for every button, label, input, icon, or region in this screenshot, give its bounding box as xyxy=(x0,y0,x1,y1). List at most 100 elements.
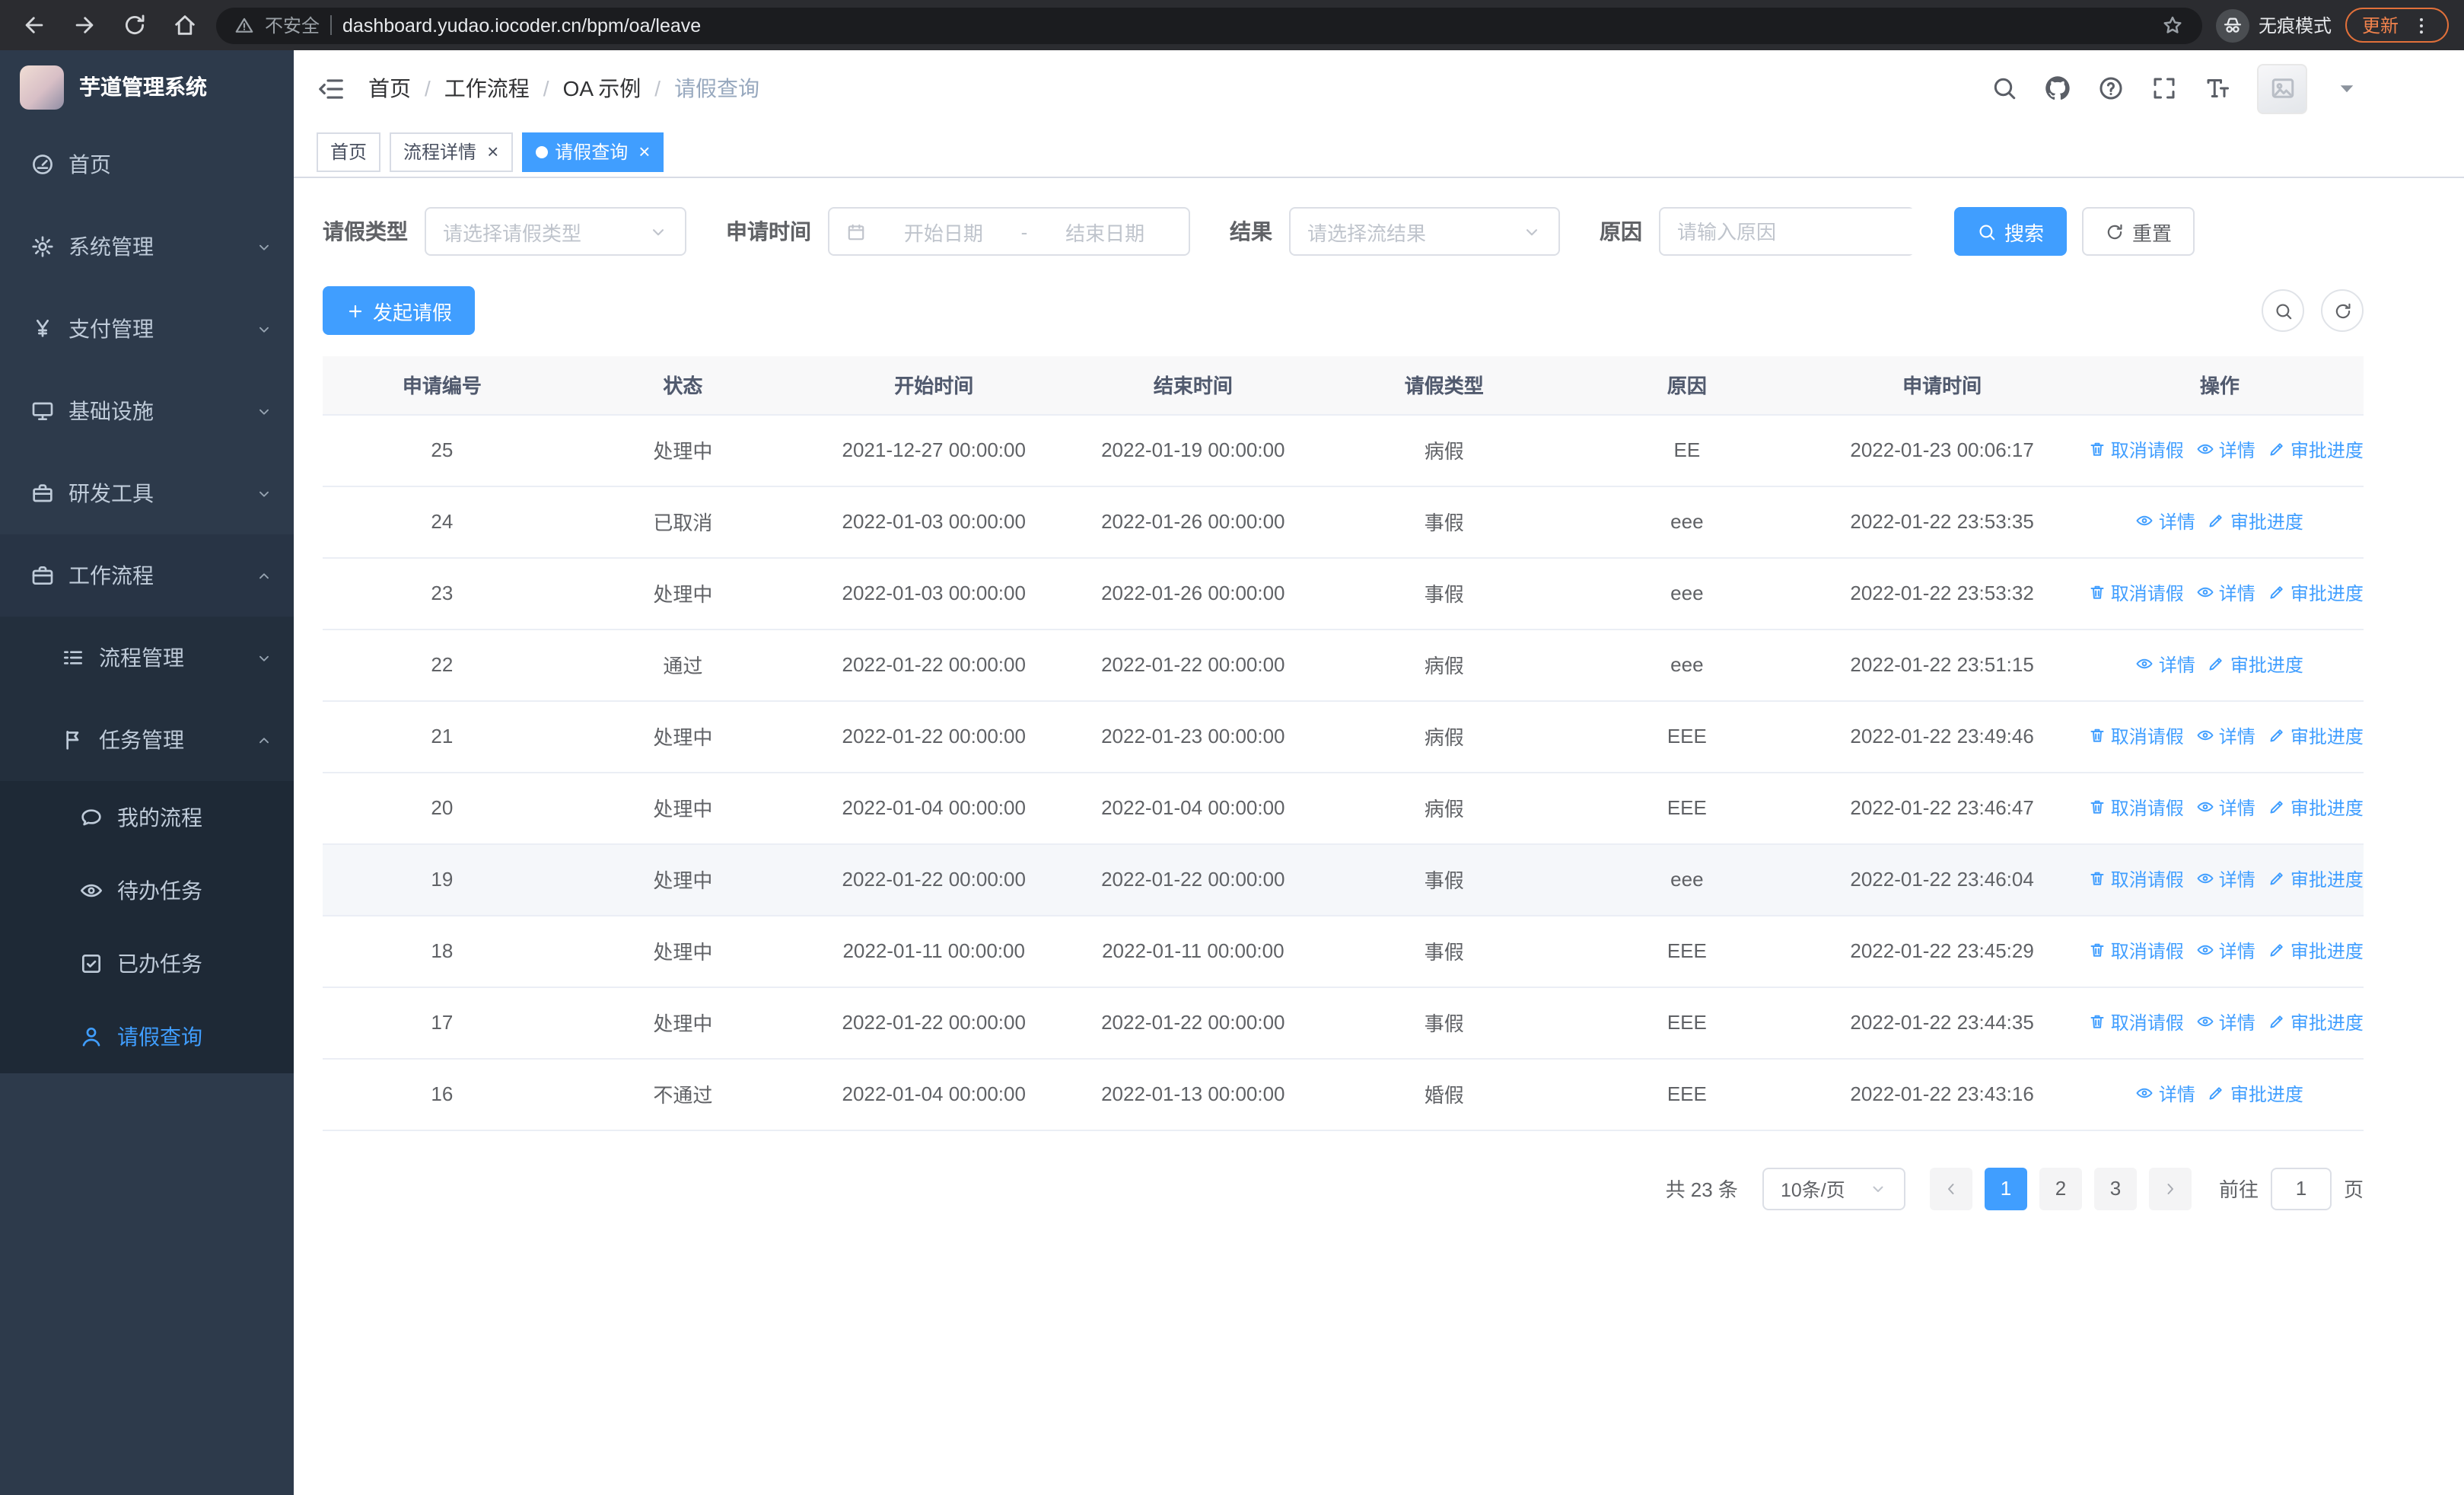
progress-link[interactable]: 审批进度 xyxy=(2268,938,2364,964)
sidebar-item-my-process[interactable]: 我的流程 xyxy=(0,781,294,854)
apply-date-range[interactable]: 开始日期 - 结束日期 xyxy=(828,207,1190,256)
detail-link[interactable]: 详情 xyxy=(2136,652,2195,677)
browser-update-button[interactable]: 更新 xyxy=(2345,8,2449,43)
sidebar-item-system[interactable]: 系统管理 xyxy=(0,206,294,288)
edit-icon xyxy=(2268,727,2286,745)
browser-forward-button[interactable] xyxy=(65,7,102,43)
goto-page-input[interactable] xyxy=(2270,1167,2332,1210)
detail-link[interactable]: 详情 xyxy=(2196,437,2255,463)
cell-applied: 2022-01-22 23:43:16 xyxy=(1808,1058,2076,1130)
browser-back-button[interactable] xyxy=(15,7,52,43)
cancel-link[interactable]: 取消请假 xyxy=(2088,938,2184,964)
apply-time-label: 申请时间 xyxy=(726,219,811,244)
search-button[interactable]: 搜索 xyxy=(1954,207,2068,256)
github-icon[interactable] xyxy=(2044,75,2071,102)
sidebar-item-label: 任务管理 xyxy=(99,728,184,752)
progress-link[interactable]: 审批进度 xyxy=(2208,1081,2303,1107)
progress-link[interactable]: 审批进度 xyxy=(2268,437,2364,463)
breadcrumb-item-workflow[interactable]: 工作流程 xyxy=(444,73,530,104)
tab-close-icon[interactable]: × xyxy=(638,142,650,161)
incognito-glyph xyxy=(2222,14,2243,36)
detail-link[interactable]: 详情 xyxy=(2196,723,2255,749)
breadcrumb-item-leave-query: 请假查询 xyxy=(674,76,760,100)
app-logo[interactable]: 芋道管理系统 xyxy=(0,50,294,123)
sidebar-item-home[interactable]: 首页 xyxy=(0,123,294,206)
page-size-select[interactable]: 10条/页 xyxy=(1762,1167,1905,1210)
progress-link[interactable]: 审批进度 xyxy=(2268,580,2364,606)
progress-link[interactable]: 审批进度 xyxy=(2268,866,2364,892)
sidebar-item-process-management[interactable]: 流程管理 xyxy=(0,617,294,699)
sidebar-item-task-management[interactable]: 任务管理 xyxy=(0,699,294,781)
browser-reload-button[interactable] xyxy=(116,7,152,43)
leave-type-filter: 请假类型 请选择请假类型 xyxy=(323,207,686,256)
detail-link-label: 详情 xyxy=(2218,869,2255,891)
detail-link[interactable]: 详情 xyxy=(2136,508,2195,534)
header-search-icon[interactable] xyxy=(1991,75,2018,102)
column-header: 开始时间 xyxy=(804,356,1064,415)
detail-link[interactable]: 详情 xyxy=(2196,1009,2255,1035)
reason-input[interactable] xyxy=(1677,209,1933,254)
cancel-link[interactable]: 取消请假 xyxy=(2088,723,2184,749)
tab-leave-query[interactable]: 请假查询 × xyxy=(521,132,664,171)
breadcrumb-item-home[interactable]: 首页 xyxy=(368,73,411,104)
result-select[interactable]: 请选择流结果 xyxy=(1289,207,1560,256)
progress-link[interactable]: 审批进度 xyxy=(2208,508,2303,534)
page-button-2[interactable]: 2 xyxy=(2039,1167,2082,1210)
cancel-link[interactable]: 取消请假 xyxy=(2088,866,2184,892)
sidebar-item-label: 系统管理 xyxy=(68,234,154,259)
cell-id: 22 xyxy=(323,629,562,701)
cancel-link[interactable]: 取消请假 xyxy=(2088,580,2184,606)
help-icon[interactable] xyxy=(2097,75,2125,102)
tab-process-detail[interactable]: 流程详情 × xyxy=(390,132,513,171)
fullscreen-icon[interactable] xyxy=(2150,75,2178,102)
breadcrumb-item-oa-example[interactable]: OA 示例 xyxy=(563,73,641,104)
page-button-1[interactable]: 1 xyxy=(1984,1167,2027,1210)
table-refresh-button[interactable] xyxy=(2321,289,2364,332)
detail-link[interactable]: 详情 xyxy=(2196,866,2255,892)
next-page-button[interactable] xyxy=(2148,1167,2192,1210)
create-leave-button[interactable]: 发起请假 xyxy=(323,286,476,335)
detail-link[interactable]: 详情 xyxy=(2196,938,2255,964)
sidebar-item-leave-query[interactable]: 请假查询 xyxy=(0,1000,294,1073)
browser-chrome: 不安全 dashboard.yudao.iocoder.cn/bpm/oa/le… xyxy=(0,0,2464,50)
cell-start: 2022-01-04 00:00:00 xyxy=(804,1058,1064,1130)
sidebar-item-dev-tools[interactable]: 研发工具 xyxy=(0,452,294,534)
reset-button[interactable]: 重置 xyxy=(2082,207,2195,256)
sidebar-item-payment[interactable]: 支付管理 xyxy=(0,288,294,370)
detail-link[interactable]: 详情 xyxy=(2136,1081,2195,1107)
sidebar-item-done-tasks[interactable]: 已办任务 xyxy=(0,927,294,1000)
user-avatar[interactable] xyxy=(2257,63,2307,113)
table-search-button[interactable] xyxy=(2262,289,2304,332)
tab-close-icon[interactable]: × xyxy=(487,142,498,161)
edit-icon xyxy=(2268,799,2286,817)
browser-home-button[interactable] xyxy=(166,7,202,43)
leave-type-select[interactable]: 请选择请假类型 xyxy=(425,207,686,256)
cancel-link[interactable]: 取消请假 xyxy=(2088,437,2184,463)
progress-link[interactable]: 审批进度 xyxy=(2268,795,2364,821)
avatar-dropdown-caret-icon[interactable] xyxy=(2333,75,2361,102)
reason-label: 原因 xyxy=(1600,219,1642,244)
sidebar-item-infrastructure[interactable]: 基础设施 xyxy=(0,370,294,452)
tab-home[interactable]: 首页 xyxy=(317,132,381,171)
detail-link[interactable]: 详情 xyxy=(2196,795,2255,821)
font-size-icon[interactable] xyxy=(2204,75,2231,102)
page-button-3[interactable]: 3 xyxy=(2093,1167,2137,1210)
detail-link[interactable]: 详情 xyxy=(2196,580,2255,606)
progress-link[interactable]: 审批进度 xyxy=(2268,723,2364,749)
progress-link[interactable]: 审批进度 xyxy=(2208,652,2303,677)
sidebar-item-label: 研发工具 xyxy=(68,481,154,505)
address-bar[interactable]: 不安全 dashboard.yudao.iocoder.cn/bpm/oa/le… xyxy=(216,7,2202,43)
cell-status: 处理中 xyxy=(561,414,804,486)
cancel-link[interactable]: 取消请假 xyxy=(2088,1009,2184,1035)
browser-menu-icon[interactable] xyxy=(2411,14,2432,36)
prev-page-button[interactable] xyxy=(1929,1167,1972,1210)
cancel-link[interactable]: 取消请假 xyxy=(2088,795,2184,821)
sidebar-item-todo-tasks[interactable]: 待办任务 xyxy=(0,854,294,927)
cancel-link-label: 取消请假 xyxy=(2110,439,2184,461)
progress-link[interactable]: 审批进度 xyxy=(2268,1009,2364,1035)
sidebar-item-workflow[interactable]: 工作流程 xyxy=(0,534,294,617)
cancel-link-label: 取消请假 xyxy=(2110,725,2184,748)
bookmark-star-icon[interactable] xyxy=(2161,14,2184,37)
cell-start: 2022-01-22 00:00:00 xyxy=(804,700,1064,773)
collapse-sidebar-icon[interactable] xyxy=(317,74,345,103)
